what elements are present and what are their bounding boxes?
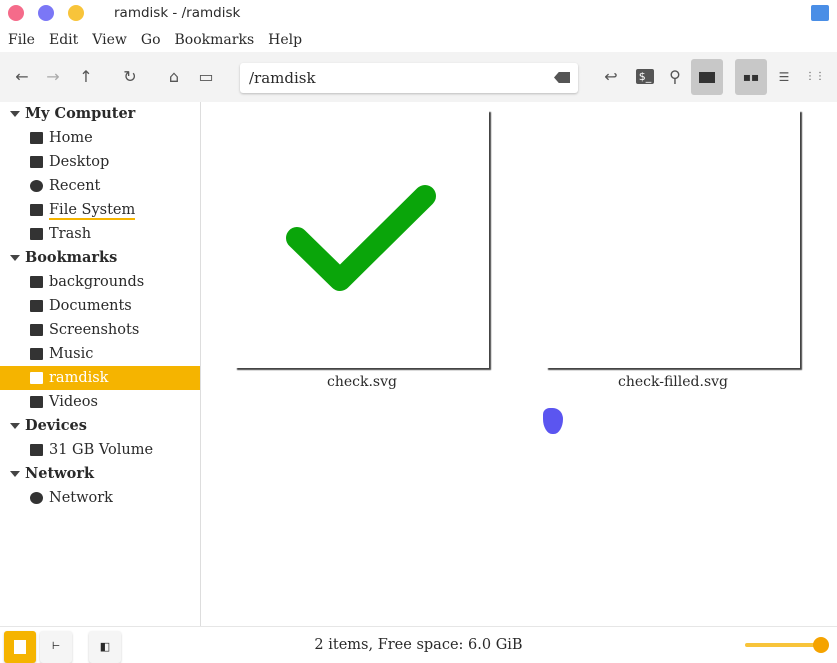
home-icon: [30, 132, 43, 144]
sidebar-label: Devices: [25, 417, 87, 434]
sidebar-label: File System: [49, 202, 136, 220]
menu-bookmarks[interactable]: Bookmarks: [175, 28, 255, 52]
sidebar-label: Videos: [49, 394, 98, 410]
clear-icon[interactable]: [554, 72, 570, 83]
folder-icon: [30, 276, 43, 288]
sidebar-label: Music: [49, 346, 94, 362]
menu-help[interactable]: Help: [268, 28, 302, 52]
file-name[interactable]: check.svg: [235, 374, 489, 390]
location-input[interactable]: /ramdisk: [240, 63, 578, 93]
terminal-icon[interactable]: $_: [634, 66, 656, 88]
sidebar-item-screenshots[interactable]: Screenshots: [0, 318, 200, 342]
sidebar-label: Trash: [49, 226, 92, 242]
title-bar: ramdisk - /ramdisk: [0, 0, 837, 28]
sidebar-item-network[interactable]: Network: [0, 486, 200, 510]
compact-view-icon[interactable]: ⋮⋮: [804, 66, 826, 88]
sidebar-label: Desktop: [49, 154, 110, 170]
check-thumbnail: [286, 185, 436, 291]
menu-edit[interactable]: Edit: [49, 28, 78, 52]
menu-bar: File Edit View Go Bookmarks Help: [0, 28, 837, 52]
folder-icon: [30, 372, 43, 384]
icon-view-button[interactable]: ▪▪: [735, 59, 767, 95]
computer-icon[interactable]: ▭: [195, 66, 217, 88]
path-text: /ramdisk: [249, 69, 316, 87]
menu-view[interactable]: View: [92, 28, 127, 52]
sidebar-item-trash[interactable]: Trash: [0, 222, 200, 246]
sidebar-item-desktop[interactable]: Desktop: [0, 150, 200, 174]
menu-file[interactable]: File: [8, 28, 35, 52]
sidebar-item-videos[interactable]: Videos: [0, 390, 200, 414]
sidebar-label: Screenshots: [49, 322, 140, 338]
sidebar-item-documents[interactable]: Documents: [0, 294, 200, 318]
file-item-check[interactable]: [235, 110, 489, 368]
sidebar-item-home[interactable]: Home: [0, 126, 200, 150]
sidebar-label: Documents: [49, 298, 132, 314]
up-icon[interactable]: ↑: [75, 66, 97, 88]
document-icon: [30, 300, 43, 312]
folder-app-icon: [811, 5, 829, 21]
menu-go[interactable]: Go: [141, 28, 161, 52]
zoom-slider-handle[interactable]: [813, 637, 829, 653]
sidebar-label: backgrounds: [49, 274, 145, 290]
sidebar-section-my-computer[interactable]: My Computer: [0, 102, 200, 126]
sidebar-label: Network: [25, 465, 95, 482]
minimize-button[interactable]: [38, 5, 54, 21]
sidebar-item-31-gb-volume[interactable]: 31 GB Volume: [0, 438, 200, 462]
sidebar-item-music[interactable]: Music: [0, 342, 200, 366]
video-icon: [30, 396, 43, 408]
go-icon[interactable]: ↩: [600, 66, 622, 88]
home-icon[interactable]: ⌂: [163, 66, 185, 88]
sidebar-item-ramdisk[interactable]: ramdisk: [0, 366, 200, 390]
back-icon[interactable]: ←: [11, 66, 33, 88]
search-icon[interactable]: ⚲: [664, 66, 686, 88]
drive-icon: [30, 204, 43, 216]
sidebar-item-backgrounds[interactable]: backgrounds: [0, 270, 200, 294]
desktop-icon: [30, 156, 43, 168]
icon-view-icon: ▪▪: [742, 70, 760, 84]
forward-icon[interactable]: →: [42, 66, 64, 88]
sidebar-item-recent[interactable]: Recent: [0, 174, 200, 198]
sidebar: My Computer Home Desktop Recent File System T…: [0, 102, 201, 626]
sidebar-label: 31 GB Volume: [49, 442, 154, 458]
sidebar-label: My Computer: [25, 105, 136, 122]
folder-icon: [30, 324, 43, 336]
status-bar: ⊢ ◧ 2 items, Free space: 6.0 GiB: [0, 626, 837, 663]
music-icon: [30, 348, 43, 360]
status-text: 2 items, Free space: 6.0 GiB: [314, 637, 523, 653]
recent-icon: [30, 180, 43, 192]
preview-toggle[interactable]: [691, 59, 723, 95]
maximize-button[interactable]: [68, 5, 84, 21]
trash-icon: [30, 228, 43, 240]
file-view: check.svg check-filled.svg: [202, 102, 837, 626]
usb-icon: [30, 444, 43, 456]
network-icon: [30, 492, 43, 504]
sidebar-label: Network: [49, 490, 113, 506]
file-name[interactable]: check-filled.svg: [546, 374, 800, 390]
sidebar-section-devices[interactable]: Devices: [0, 414, 200, 438]
sidebar-label: Bookmarks: [25, 249, 118, 266]
list-view-icon[interactable]: ☰: [773, 66, 795, 88]
sidebar-item-file-system[interactable]: File System: [0, 198, 200, 222]
preview-icon: [699, 72, 715, 83]
toolbar: ← → ↑ ↻ ⌂ ▭ /ramdisk ↩ $_ ⚲ ▪▪ ☰ ⋮⋮: [0, 52, 837, 102]
sidebar-label: ramdisk: [49, 370, 109, 386]
close-button[interactable]: [8, 5, 24, 21]
sidebar-section-network[interactable]: Network: [0, 462, 200, 486]
sidebar-label: Home: [49, 130, 93, 146]
window-title: ramdisk - /ramdisk: [114, 5, 241, 21]
mouse-cursor: [543, 408, 563, 434]
zoom-slider[interactable]: [745, 643, 821, 647]
reload-icon[interactable]: ↻: [119, 66, 141, 88]
sidebar-section-bookmarks[interactable]: Bookmarks: [0, 246, 200, 270]
sidebar-label: Recent: [49, 178, 101, 194]
file-item-check-filled[interactable]: [546, 110, 800, 368]
